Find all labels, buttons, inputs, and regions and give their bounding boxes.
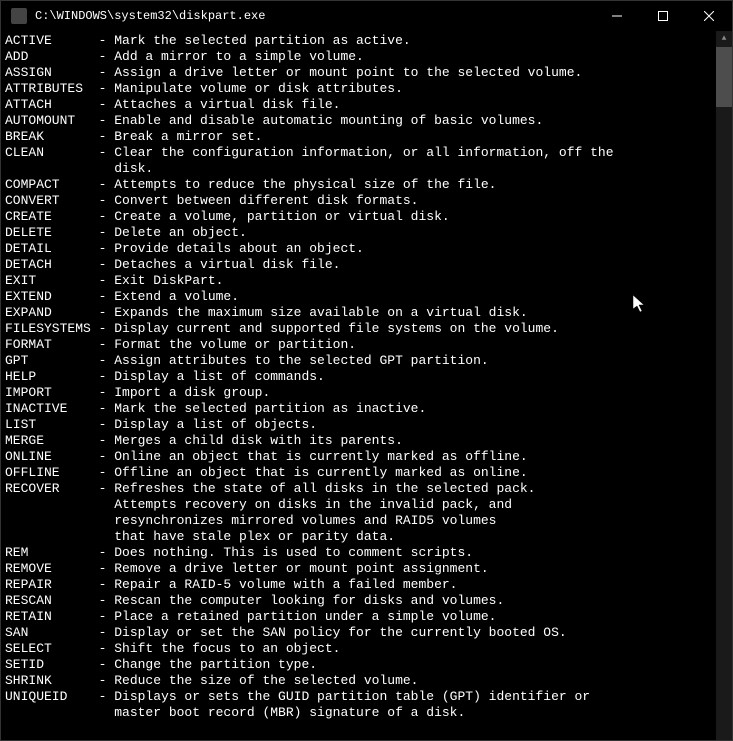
command-line: ADD - Add a mirror to a simple volume.: [5, 49, 728, 65]
maximize-button[interactable]: [640, 1, 686, 31]
command-line: ATTACH - Attaches a virtual disk file.: [5, 97, 728, 113]
command-list: ACTIVE - Mark the selected partition as …: [5, 33, 728, 721]
terminal-output[interactable]: ACTIVE - Mark the selected partition as …: [1, 31, 732, 740]
command-line: CLEAN - Clear the configuration informat…: [5, 145, 728, 177]
command-line: EXTEND - Extend a volume.: [5, 289, 728, 305]
command-line: SELECT - Shift the focus to an object.: [5, 641, 728, 657]
window-title: C:\WINDOWS\system32\diskpart.exe: [35, 9, 265, 23]
maximize-icon: [658, 11, 668, 21]
command-line: COMPACT - Attempts to reduce the physica…: [5, 177, 728, 193]
command-line: ASSIGN - Assign a drive letter or mount …: [5, 65, 728, 81]
command-line: FILESYSTEMS - Display current and suppor…: [5, 321, 728, 337]
window-controls: [594, 1, 732, 31]
command-line: UNIQUEID - Displays or sets the GUID par…: [5, 689, 728, 721]
minimize-icon: [612, 11, 622, 21]
scrollbar-track[interactable]: ▲: [716, 31, 732, 740]
command-line: SHRINK - Reduce the size of the selected…: [5, 673, 728, 689]
window-frame: C:\WINDOWS\system32\diskpart.exe ACTIVE …: [0, 0, 733, 741]
command-line: CONVERT - Convert between different disk…: [5, 193, 728, 209]
command-line: REM - Does nothing. This is used to comm…: [5, 545, 728, 561]
command-line: REMOVE - Remove a drive letter or mount …: [5, 561, 728, 577]
command-line: RECOVER - Refreshes the state of all dis…: [5, 481, 728, 545]
app-icon: [11, 8, 27, 24]
command-line: CREATE - Create a volume, partition or v…: [5, 209, 728, 225]
command-line: SAN - Display or set the SAN policy for …: [5, 625, 728, 641]
command-line: ACTIVE - Mark the selected partition as …: [5, 33, 728, 49]
command-line: DETAIL - Provide details about an object…: [5, 241, 728, 257]
command-line: OFFLINE - Offline an object that is curr…: [5, 465, 728, 481]
command-line: SETID - Change the partition type.: [5, 657, 728, 673]
close-button[interactable]: [686, 1, 732, 31]
command-line: IMPORT - Import a disk group.: [5, 385, 728, 401]
command-line: RETAIN - Place a retained partition unde…: [5, 609, 728, 625]
command-line: FORMAT - Format the volume or partition.: [5, 337, 728, 353]
command-line: DETACH - Detaches a virtual disk file.: [5, 257, 728, 273]
command-line: EXPAND - Expands the maximum size availa…: [5, 305, 728, 321]
command-line: LIST - Display a list of objects.: [5, 417, 728, 433]
command-line: MERGE - Merges a child disk with its par…: [5, 433, 728, 449]
command-line: EXIT - Exit DiskPart.: [5, 273, 728, 289]
command-line: REPAIR - Repair a RAID-5 volume with a f…: [5, 577, 728, 593]
command-line: RESCAN - Rescan the computer looking for…: [5, 593, 728, 609]
scroll-up-arrow[interactable]: ▲: [716, 31, 732, 47]
scroll-thumb[interactable]: [716, 47, 732, 107]
command-line: ATTRIBUTES - Manipulate volume or disk a…: [5, 81, 728, 97]
command-line: INACTIVE - Mark the selected partition a…: [5, 401, 728, 417]
title-left: C:\WINDOWS\system32\diskpart.exe: [11, 8, 265, 24]
command-line: BREAK - Break a mirror set.: [5, 129, 728, 145]
close-icon: [704, 11, 714, 21]
command-line: DELETE - Delete an object.: [5, 225, 728, 241]
command-line: GPT - Assign attributes to the selected …: [5, 353, 728, 369]
command-line: ONLINE - Online an object that is curren…: [5, 449, 728, 465]
command-line: HELP - Display a list of commands.: [5, 369, 728, 385]
minimize-button[interactable]: [594, 1, 640, 31]
titlebar[interactable]: C:\WINDOWS\system32\diskpart.exe: [1, 1, 732, 31]
command-line: AUTOMOUNT - Enable and disable automatic…: [5, 113, 728, 129]
